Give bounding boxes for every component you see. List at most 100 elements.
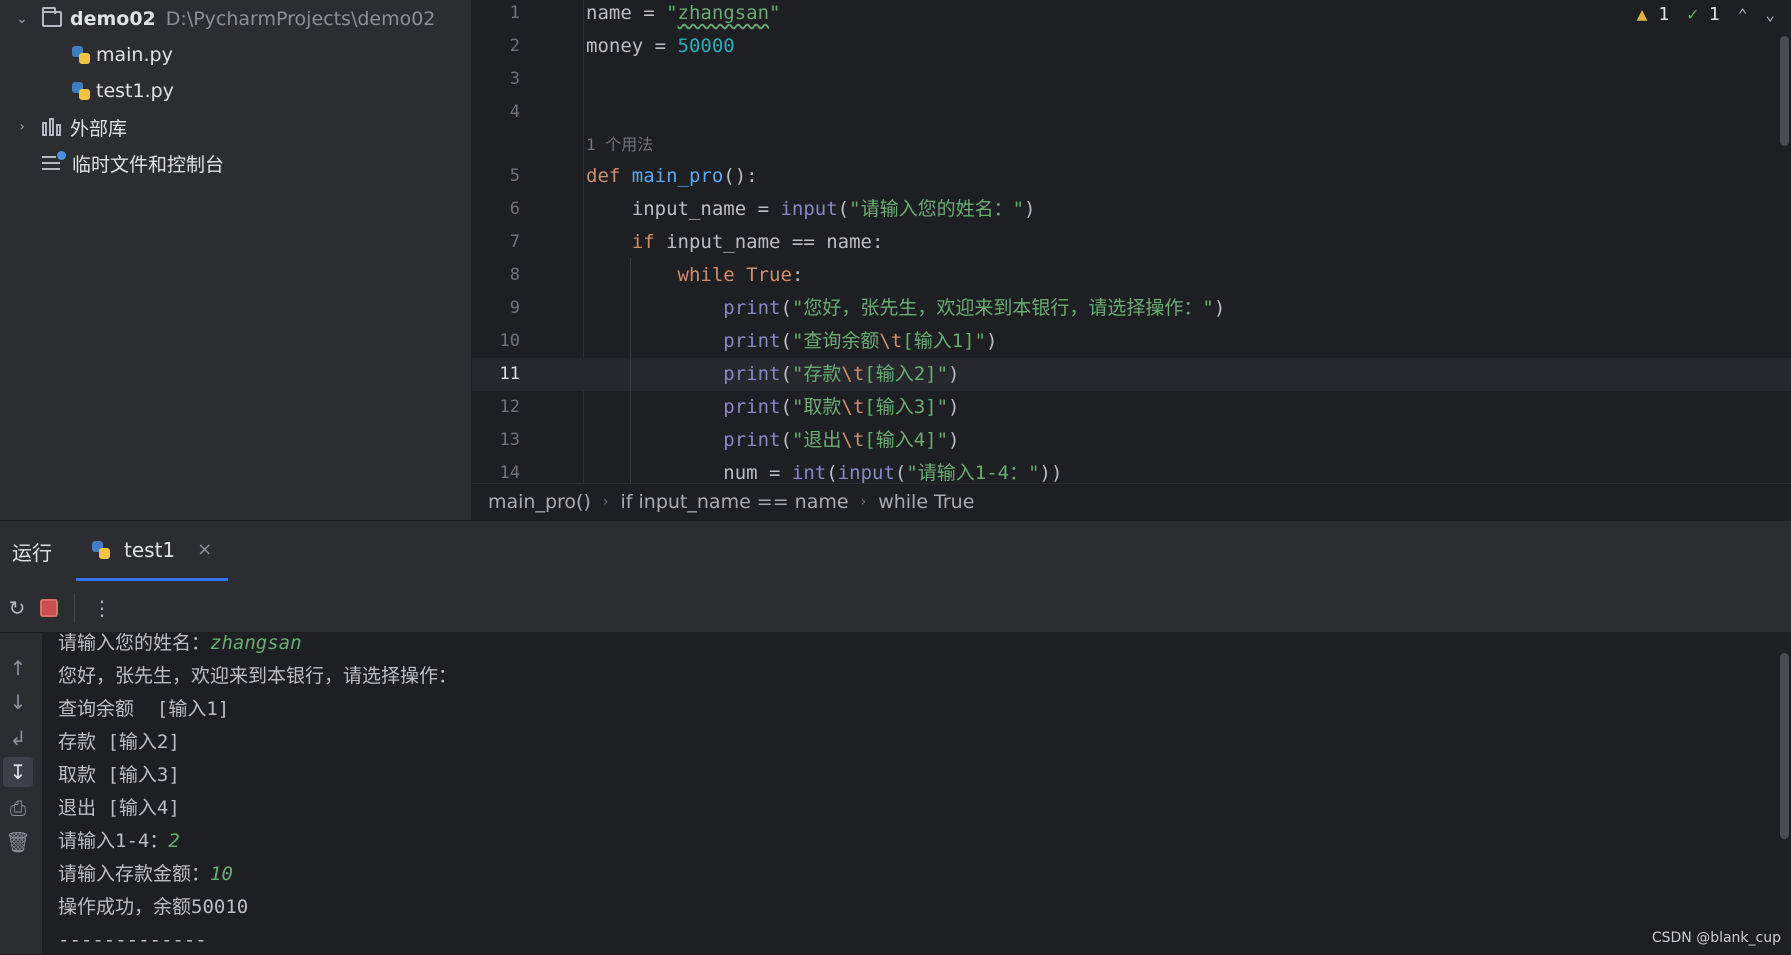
toolbar-divider: [74, 592, 75, 623]
code-line[interactable]: 5 def main_pro():: [472, 160, 1791, 193]
code-text: def main_pro():: [586, 165, 758, 187]
stop-button[interactable]: [34, 593, 64, 623]
chevron-up-icon[interactable]: ⌃: [1738, 5, 1748, 24]
console-line: 存款 [输入2]: [58, 731, 180, 753]
scroll-to-end-icon[interactable]: ↧: [3, 757, 33, 787]
tree-file-main[interactable]: main.py: [72, 38, 173, 72]
breadcrumb-item[interactable]: while True: [878, 491, 974, 513]
tree-root-row[interactable]: ⌄ demo02 D:\PycharmProjects\demo02: [12, 2, 435, 36]
code-line[interactable]: 3: [472, 63, 1791, 96]
code-line[interactable]: 4: [472, 96, 1791, 129]
line-number: 13: [499, 430, 520, 450]
run-header: 运行 test1 ×: [0, 521, 1791, 581]
folder-icon: [42, 7, 62, 27]
breadcrumb-item[interactable]: if input_name == name: [621, 491, 849, 513]
ok-count[interactable]: ✓ 1: [1687, 4, 1720, 25]
stop-icon: [40, 598, 58, 617]
code-line[interactable]: 1 name = "zhangsan": [472, 0, 1791, 30]
console-line: 退出 [输入4]: [58, 797, 180, 819]
console-output[interactable]: 请输入您的姓名：zhangsan 您好，张先生，欢迎来到本银行，请选择操作： 查…: [42, 633, 1791, 955]
soft-wrap-icon[interactable]: ↲: [3, 723, 33, 753]
line-number: 12: [499, 397, 520, 417]
chevron-right-icon: ›: [602, 494, 609, 510]
console-line: 查询余额 [输入1]: [58, 698, 230, 720]
file-name: test1.py: [96, 80, 174, 102]
rerun-icon[interactable]: ↻: [2, 593, 32, 623]
breadcrumb-item[interactable]: main_pro(): [488, 491, 591, 513]
code-line[interactable]: 12 print("取款\t[输入3]"): [472, 391, 1791, 424]
line-number: 4: [509, 102, 520, 122]
code-line[interactable]: 6 input_name = input("请输入您的姓名："): [472, 193, 1791, 226]
project-panel: ⌄ demo02 D:\PycharmProjects\demo02 main.…: [0, 0, 472, 520]
line-number: 14: [499, 463, 520, 483]
code-text: print("存款\t[输入2]"): [723, 363, 960, 385]
console-side-toolbar: ↑ ↓ ↲ ↧ ⎙ 🗑: [0, 635, 40, 955]
code-text: if input_name == name:: [631, 231, 884, 253]
warning-icon: ▲: [1636, 4, 1648, 25]
close-icon[interactable]: ×: [197, 539, 212, 560]
external-libs-label: 外部库: [70, 117, 128, 140]
code-line[interactable]: 8 while True:: [472, 259, 1791, 292]
code-text: input_name = input("请输入您的姓名："): [586, 198, 1036, 220]
code-line[interactable]: 9 print("您好，张先生，欢迎来到本银行，请选择操作："): [472, 292, 1791, 325]
tree-external-libs[interactable]: › 外部库: [12, 110, 127, 144]
code-text: money = 50000: [586, 35, 735, 57]
line-number: 10: [499, 331, 520, 351]
tree-scratches[interactable]: 临时文件和控制台: [42, 146, 224, 180]
chevron-right-icon: ›: [860, 494, 867, 510]
more-options-icon[interactable]: ⋮: [87, 593, 117, 623]
code-text: print("您好，张先生，欢迎来到本银行，请选择操作："): [723, 297, 1226, 319]
chevron-down-icon[interactable]: ⌄: [1765, 5, 1775, 24]
run-panel: 运行 test1 × ↻ ⋮ ↑ ↓ ↲ ↧ ⎙ 🗑 请输入您的姓名：zhang…: [0, 520, 1791, 955]
top-area: ⌄ demo02 D:\PycharmProjects\demo02 main.…: [0, 0, 1791, 520]
file-name: main.py: [96, 44, 173, 66]
console-line: -------------: [58, 929, 207, 951]
indent-guide: [630, 258, 631, 483]
inspection-widget[interactable]: ▲ 1 ✓ 1 ⌃ ⌄: [1637, 4, 1775, 25]
warning-count[interactable]: ▲ 1: [1637, 4, 1670, 25]
code-line[interactable]: 14 num = int(input("请输入1-4：")): [472, 457, 1791, 483]
watermark: CSDN @blank_cup: [1651, 930, 1781, 946]
breadcrumb: main_pro() › if input_name == name › whi…: [472, 483, 1791, 520]
run-tab-test1[interactable]: test1 ×: [76, 521, 229, 581]
chevron-down-icon[interactable]: ⌄: [12, 11, 32, 27]
scratches-label: 临时文件和控制台: [72, 153, 225, 176]
usage-hint[interactable]: 1 个用法: [586, 131, 653, 155]
console-line: 请输入您的姓名：zhangsan: [58, 633, 302, 654]
editor-scrollbar[interactable]: [1780, 36, 1789, 146]
arrow-down-icon[interactable]: ↓: [3, 687, 33, 717]
code-editor[interactable]: 1 name = "zhangsan" 2 money = 50000 3 4 …: [472, 0, 1791, 483]
line-number: 11: [499, 364, 520, 384]
line-number: 1: [509, 3, 520, 23]
project-root-name: demo02: [70, 8, 156, 30]
code-text: print("取款\t[输入3]"): [723, 396, 960, 418]
line-number: 2: [509, 36, 520, 56]
line-number: 5: [509, 166, 520, 186]
line-number: 9: [509, 298, 520, 318]
line-number: 8: [509, 265, 520, 285]
code-text: while True:: [677, 264, 804, 286]
project-root-path: D:\PycharmProjects\demo02: [165, 8, 436, 30]
code-line-current[interactable]: 11 print("存款\t[输入2]"): [472, 358, 1791, 391]
chevron-right-icon[interactable]: ›: [12, 119, 32, 135]
arrow-up-icon[interactable]: ↑: [3, 653, 33, 683]
run-toolbar: ↻ ⋮: [0, 583, 1791, 633]
python-file-icon: [72, 46, 90, 64]
print-icon[interactable]: ⎙: [3, 793, 33, 823]
tree-file-test1[interactable]: test1.py: [72, 74, 174, 108]
console-scrollbar[interactable]: [1780, 653, 1789, 839]
code-text: print("查询余额\t[输入1]"): [723, 330, 998, 352]
code-line[interactable]: 10 print("查询余额\t[输入1]"): [472, 325, 1791, 358]
console-line: 取款 [输入3]: [58, 764, 180, 786]
check-icon: ✓: [1687, 4, 1699, 25]
code-line[interactable]: 13 print("退出\t[输入4]"): [472, 424, 1791, 457]
code-line[interactable]: 2 money = 50000: [472, 30, 1791, 63]
console-line: 操作成功，余额50010: [58, 896, 249, 918]
line-number: 6: [509, 199, 520, 219]
code-text: name = "zhangsan": [586, 2, 781, 24]
trash-icon[interactable]: 🗑: [3, 827, 33, 857]
code-line[interactable]: 7 if input_name == name:: [472, 226, 1791, 259]
console-line: 请输入存款金额：10: [58, 863, 233, 885]
line-number: 7: [509, 232, 520, 252]
code-text: num = int(input("请输入1-4：")): [586, 462, 1063, 483]
